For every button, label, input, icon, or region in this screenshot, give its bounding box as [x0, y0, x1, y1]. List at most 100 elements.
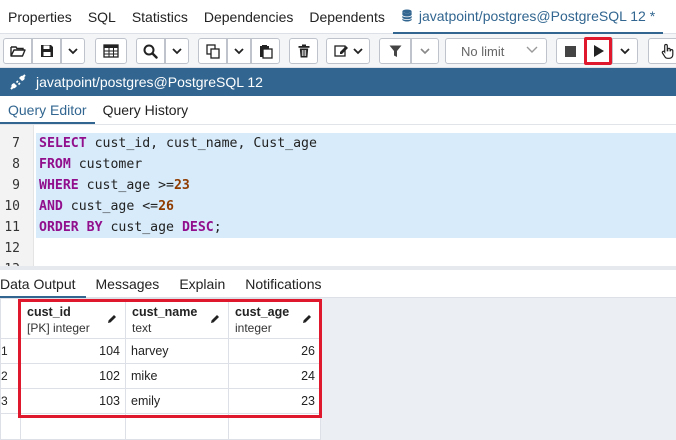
open-file-button[interactable] [3, 38, 32, 64]
sql-keyword: ORDER BY [39, 220, 103, 235]
save-dropdown-button[interactable] [61, 38, 85, 64]
chevron-down-icon [620, 47, 630, 54]
code-text: ORDER BY cust_age DESC; [36, 217, 676, 238]
query-toolbar: No limit [0, 34, 676, 68]
trash-icon [298, 44, 309, 58]
execute-highlight-box [584, 37, 612, 65]
line-number: 13 [0, 259, 20, 266]
panel-tab-bar: Properties SQL Statistics Dependencies D… [0, 0, 676, 34]
chevron-down-icon [68, 47, 78, 54]
tab-dependencies[interactable]: Dependencies [196, 0, 302, 34]
tab-query-tool[interactable]: javatpoint/postgres@PostgreSQL 12 * [392, 0, 664, 34]
chevron-down-icon [234, 47, 244, 54]
tab-label: javatpoint/postgres@PostgreSQL 12 * [418, 7, 656, 24]
tab-label: Dependencies [203, 8, 294, 25]
sql-text: cust_id, cust_name, Cust_age [86, 136, 317, 151]
filter-button[interactable] [379, 38, 411, 64]
sql-text: customer [70, 157, 143, 172]
tab-notifications[interactable]: Notifications [235, 270, 331, 298]
edit-grid-button[interactable] [95, 38, 127, 64]
sql-keyword: WHERE [39, 178, 79, 193]
tab-label: Statistics [131, 8, 188, 25]
code-line[interactable]: 8 FROM customer [0, 154, 676, 175]
pointer-hand-icon [661, 43, 674, 59]
sql-keyword: AND [39, 199, 63, 214]
sql-text: cust_age [102, 220, 182, 235]
tab-label: Query History [102, 102, 189, 118]
sql-keyword: FROM [39, 157, 71, 172]
edit-icon [333, 45, 348, 57]
connection-status[interactable] [0, 68, 36, 96]
code-line[interactable]: 10 AND cust_age <=26 [0, 196, 676, 217]
paste-button[interactable] [251, 38, 280, 64]
chevron-down-icon [352, 47, 363, 54]
find-button[interactable] [136, 38, 165, 64]
filter-icon [389, 45, 401, 57]
code-text: SELECT cust_id, cust_name, Cust_age [36, 133, 676, 154]
chevron-down-icon [420, 47, 430, 54]
chevron-down-icon [526, 46, 538, 53]
tab-label: Data Output [0, 275, 76, 292]
tab-messages[interactable]: Messages [86, 270, 170, 298]
code-line[interactable]: 12 [0, 238, 676, 259]
sql-number: 26 [158, 199, 174, 214]
code-line[interactable]: 13 [0, 259, 676, 266]
code-text: WHERE cust_age >=23 [36, 175, 676, 196]
copy-button[interactable] [198, 38, 227, 64]
line-number: 11 [4, 220, 20, 235]
connection-label[interactable]: javatpoint/postgres@PostgreSQL 12 [36, 74, 263, 90]
tab-label: SQL [87, 8, 116, 25]
macros-button[interactable] [648, 38, 676, 64]
tab-statistics[interactable]: Statistics [124, 0, 196, 34]
sql-text: cust_age <= [62, 199, 159, 214]
chevron-down-icon [172, 47, 182, 54]
tab-label: Dependents [309, 8, 385, 25]
code-text: AND cust_age <=26 [36, 196, 676, 217]
tab-label: Query Editor [8, 102, 87, 118]
sql-keyword: SELECT [39, 136, 87, 151]
line-number: 9 [12, 178, 20, 193]
tab-label: Notifications [245, 275, 322, 292]
delete-button[interactable] [289, 38, 318, 64]
paste-icon [259, 44, 273, 59]
copy-dropdown-button[interactable] [227, 38, 251, 64]
database-icon [401, 9, 412, 22]
execute-dropdown-button[interactable] [612, 38, 638, 64]
sql-number: 23 [173, 178, 190, 193]
tab-label: Explain [179, 275, 226, 292]
search-icon [143, 44, 158, 59]
code-line[interactable]: 7 SELECT cust_id, cust_name, Cust_age [0, 133, 676, 154]
line-number: 12 [4, 241, 20, 256]
code-text: FROM customer [36, 154, 676, 175]
line-number: 7 [12, 136, 20, 151]
sql-keyword: DESC [181, 220, 214, 235]
tab-query-editor[interactable]: Query Editor [0, 98, 95, 124]
edit-menu-button[interactable] [326, 38, 370, 64]
code-line[interactable]: 11 ORDER BY cust_age DESC; [0, 217, 676, 238]
find-dropdown-button[interactable] [165, 38, 189, 64]
connection-bar: javatpoint/postgres@PostgreSQL 12 [0, 68, 676, 96]
plug-connected-icon [10, 74, 26, 90]
save-file-button[interactable] [32, 38, 61, 64]
copy-icon [205, 43, 220, 59]
output-tab-bar: Data Output Messages Explain Notificatio… [0, 270, 676, 298]
filter-dropdown-button[interactable] [411, 38, 439, 64]
tab-explain[interactable]: Explain [169, 270, 235, 298]
sql-text: cust_age >= [78, 178, 174, 193]
tab-label: Properties [8, 8, 72, 25]
tab-query-history[interactable]: Query History [95, 98, 197, 124]
tab-label: Messages [95, 275, 160, 292]
code-line[interactable]: 9 WHERE cust_age >=23 [0, 175, 676, 196]
stop-query-button[interactable] [556, 38, 585, 64]
tab-sql[interactable]: SQL [80, 0, 124, 34]
editor-tab-bar: Query Editor Query History [0, 96, 676, 124]
tab-properties[interactable]: Properties [0, 0, 80, 34]
row-limit-select[interactable]: No limit [445, 38, 547, 64]
tab-dependents[interactable]: Dependents [301, 0, 393, 34]
line-number: 10 [4, 199, 20, 214]
tab-data-output[interactable]: Data Output [0, 270, 86, 298]
sql-text: ; [213, 220, 222, 235]
sql-editor[interactable]: 7 SELECT cust_id, cust_name, Cust_age 8 FRO… [0, 124, 676, 266]
save-icon [40, 45, 53, 57]
result-highlight-box [18, 299, 322, 418]
